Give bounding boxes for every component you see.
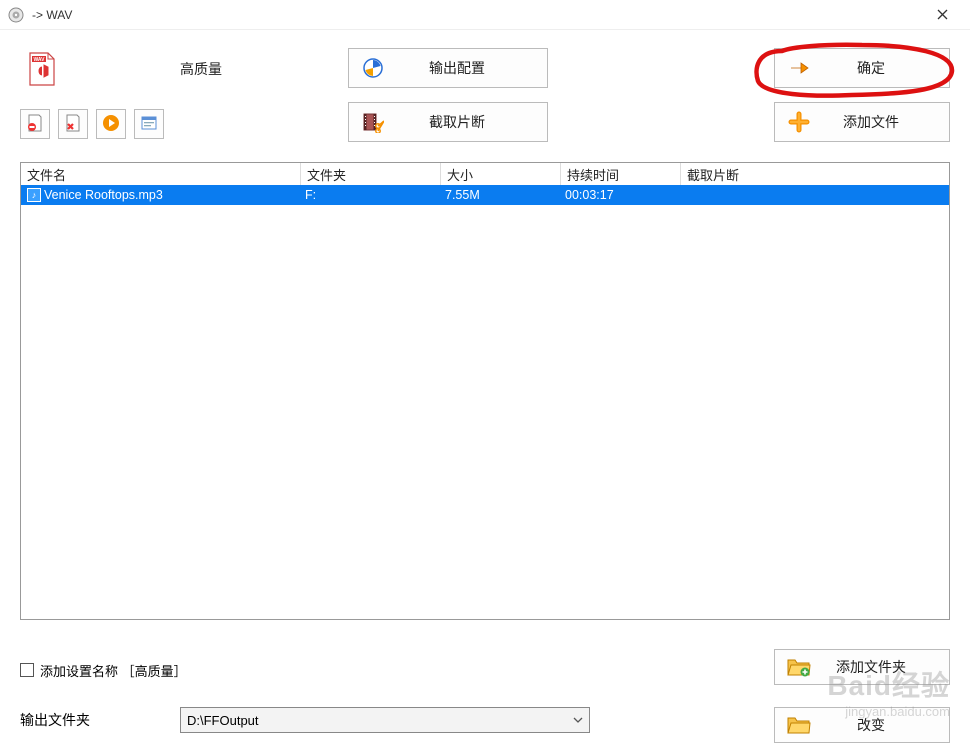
wav-format-icon: WAV <box>24 51 60 87</box>
add-file-button[interactable]: 添加文件 <box>774 102 950 142</box>
output-folder-combo[interactable]: D:\FFOutput <box>180 707 590 733</box>
cell-name: Venice Rooftops.mp3 <box>44 188 163 202</box>
play-icon <box>102 114 120 135</box>
cell-duration: 00:03:17 <box>561 185 681 205</box>
file-list-header: 文件名 文件夹 大小 持续时间 截取片断 <box>21 163 949 185</box>
output-config-label: 输出配置 <box>397 58 547 78</box>
add-folder-label: 添加文件夹 <box>823 657 949 677</box>
col-header-folder[interactable]: 文件夹 <box>301 163 441 185</box>
remove-all-button[interactable] <box>58 109 88 139</box>
output-folder-value: D:\FFOutput <box>187 713 259 728</box>
svg-text:WAV: WAV <box>33 57 45 63</box>
col-header-size[interactable]: 大小 <box>441 163 561 185</box>
folder-open-icon <box>775 715 823 735</box>
audio-file-icon: ♪ <box>27 188 41 202</box>
info-button[interactable] <box>134 109 164 139</box>
cell-clip <box>681 185 816 205</box>
bottom-panel: 添加设置名称 ［高质量］ 添加文件夹 输出文件夹 D:\FFOutput <box>0 643 970 749</box>
ok-button[interactable]: 确定 <box>774 48 950 88</box>
add-file-label: 添加文件 <box>823 112 949 132</box>
window-title: -> WAV <box>32 8 922 22</box>
output-config-icon <box>349 57 397 79</box>
col-header-duration[interactable]: 持续时间 <box>561 163 681 185</box>
col-header-name[interactable]: 文件名 <box>21 163 301 185</box>
file-list: 文件名 文件夹 大小 持续时间 截取片断 ♪ Venice Rooftops.m… <box>20 162 950 620</box>
add-settings-label: 添加设置名称 ［高质量］ <box>40 661 187 680</box>
output-config-button[interactable]: 输出配置 <box>348 48 548 88</box>
col-header-clip[interactable]: 截取片断 <box>681 163 816 185</box>
top-row: WAV 高质量 输出配置 确定 <box>0 30 970 98</box>
add-folder-button[interactable]: 添加文件夹 <box>774 649 950 685</box>
title-bar: -> WAV <box>0 0 970 30</box>
close-button[interactable] <box>922 1 962 29</box>
app-icon <box>8 7 24 23</box>
output-folder-label: 输出文件夹 <box>20 710 180 730</box>
arrow-right-icon <box>775 57 823 79</box>
page-delete-icon <box>64 114 82 135</box>
quality-label: 高质量 <box>180 59 222 79</box>
film-scissors-icon <box>349 111 397 133</box>
page-remove-icon <box>26 114 44 135</box>
checkbox-icon <box>20 663 34 677</box>
ok-label: 确定 <box>823 58 949 78</box>
change-label: 改变 <box>823 715 949 735</box>
info-icon <box>140 114 158 135</box>
cell-folder: F: <box>301 185 441 205</box>
second-row: 截取片断 添加文件 <box>0 98 970 154</box>
chevron-down-icon <box>567 708 589 732</box>
add-settings-checkbox[interactable]: 添加设置名称 ［高质量］ <box>20 661 187 680</box>
remove-selected-button[interactable] <box>20 109 50 139</box>
table-row[interactable]: ♪ Venice Rooftops.mp3 F: 7.55M 00:03:17 <box>21 185 949 205</box>
play-button[interactable] <box>96 109 126 139</box>
cell-size: 7.55M <box>441 185 561 205</box>
cut-clip-button[interactable]: 截取片断 <box>348 102 548 142</box>
folder-plus-icon <box>775 657 823 677</box>
plus-icon <box>775 111 823 133</box>
cut-clip-label: 截取片断 <box>397 112 547 132</box>
change-folder-button[interactable]: 改变 <box>774 707 950 743</box>
